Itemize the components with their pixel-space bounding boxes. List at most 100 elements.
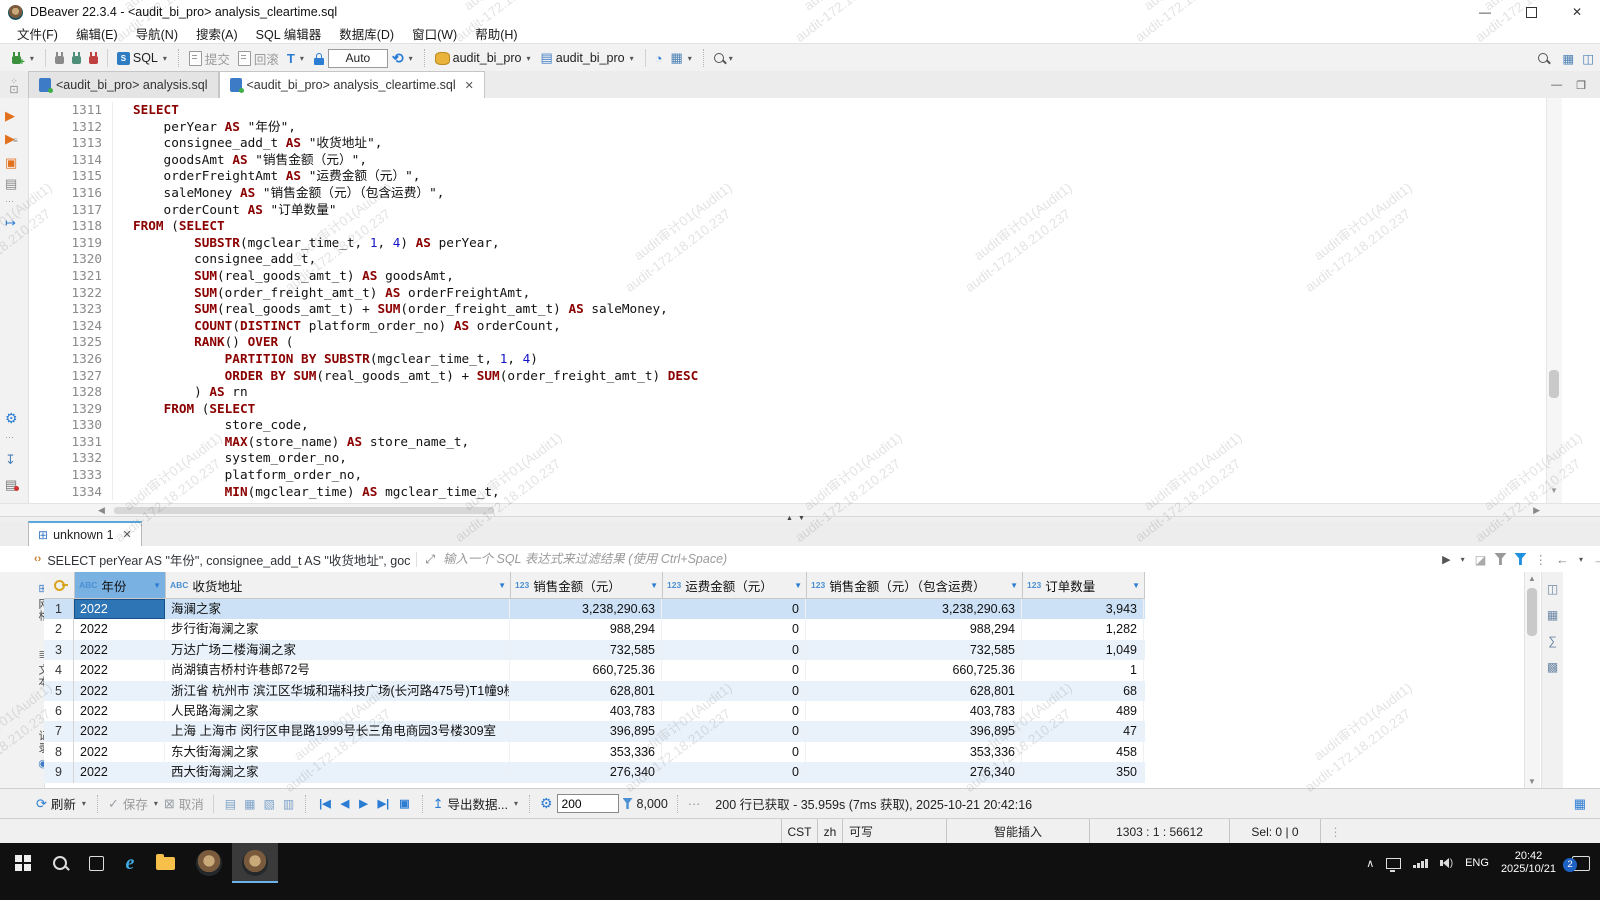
grid-corner-cell[interactable] [44,572,75,598]
grid-cell[interactable]: 3,238,290.63 [510,599,662,620]
previous-row-icon[interactable]: ◀ [338,797,352,810]
column-header[interactable]: 123 订单数量 ▼ [1023,572,1145,598]
table-row[interactable]: 1 2022 海澜之家 3,238,290.63 0 3,238,290.63 3,943 [44,599,1145,620]
table-row[interactable]: 7 2022 上海 上海市 闵行区申昆路1999号长三角电商园3号楼309室 396,… [44,721,1145,742]
start-button[interactable] [4,843,42,883]
collapse-down-icon[interactable]: ▼ [798,515,805,522]
connect-button[interactable] [51,47,68,69]
table-row[interactable]: 8 2022 东大街海澜之家 353,336 0 353,336 458 [44,741,1145,763]
menu-item[interactable]: 文件(F) [8,24,67,43]
row-number[interactable]: 9 [44,762,74,783]
grid-cell[interactable]: 2022 [74,599,165,620]
panel-icon[interactable]: ⊡ [9,85,18,96]
filter-input[interactable] [441,551,1443,567]
table-row[interactable]: 6 2022 人民路海澜之家 403,783 0 403,783 489 [44,700,1145,722]
grid-cell[interactable]: 2022 [74,700,165,722]
file-explorer-button[interactable] [145,843,186,883]
grid-cell[interactable]: 人民路海澜之家 [165,700,510,722]
focus-cell-icon[interactable]: ▣ [396,797,412,810]
menu-item[interactable]: 导航(N) [127,24,187,43]
apply-filter-icon[interactable]: ▶ [1442,553,1450,566]
grid-cell[interactable]: 628,801 [806,680,1022,701]
row-number[interactable]: 2 [44,619,74,640]
column-header[interactable]: 123 销售金额（元） ▼ [511,572,663,598]
scrollbar-thumb[interactable] [1549,370,1559,398]
grid-cell[interactable]: 396,895 [806,721,1022,742]
commit-button[interactable]: 提交 [185,47,234,69]
sort-dropdown-icon[interactable]: ▼ [1132,581,1140,590]
explain-plan-icon[interactable]: ▤ [5,176,17,192]
taskbar-clock[interactable]: 20:42 2025/10/21 [1501,850,1556,876]
more-dots-icon[interactable]: ⋯ [5,432,14,443]
menu-item[interactable]: SQL 编辑器 [247,24,331,43]
table-row[interactable]: 9 2022 西大街海澜之家 276,340 0 276,340 350 [44,762,1145,783]
result-tab[interactable]: ⊞ unknown 1 ✕ [28,521,142,546]
table-row[interactable]: 2 2022 步行街海澜之家 988,294 0 988,294 1,282 [44,619,1145,640]
grid-cell[interactable]: 732,585 [510,639,662,661]
gear-icon[interactable]: ⚙ [5,410,18,427]
last-row-icon[interactable]: ▶| [375,797,393,810]
sql-editor[interactable]: ▶ ▶≡ ▣ ▤ ⋯ ↦ ⚙ ⋯ ↧ ▤ ▤ 1311SELECT1312 pe… [0,98,1600,517]
grid-cell[interactable]: 0 [662,721,806,742]
signal-icon[interactable] [1413,858,1428,868]
grid-cell[interactable]: 0 [662,660,806,681]
sort-dropdown-icon[interactable]: ▼ [1010,581,1018,590]
column-header[interactable]: 123 销售金额（元）（包含运费） ▼ [807,572,1023,598]
aggregate-panel-icon[interactable]: ∑ [1548,634,1557,648]
scroll-right-icon[interactable]: ▶ [1533,505,1540,516]
grid-vertical-scrollbar[interactable]: ▲ ▼ [1524,572,1540,788]
menu-item[interactable]: 帮助(H) [466,24,526,43]
scroll-down-icon[interactable]: ▼ [1550,486,1558,495]
grid-cell[interactable]: 0 [662,700,806,722]
grid-cell[interactable]: 68 [1022,680,1144,701]
scrollbar-thumb[interactable] [1527,588,1537,636]
scroll-up-icon[interactable]: ▲ [1528,574,1536,583]
disconnect-button[interactable] [85,47,102,69]
row-number[interactable]: 4 [44,660,74,681]
hidden-icons-button[interactable]: ∧ [1366,857,1374,870]
grid-cell[interactable]: 0 [662,680,806,701]
maximize-button[interactable] [1508,0,1554,24]
first-row-icon[interactable]: |◀ [316,797,334,810]
remove-filter-icon[interactable] [1494,553,1507,565]
grid-cell[interactable]: 2022 [74,721,165,742]
layout-button[interactable]: ◫ [1578,47,1598,69]
grid-cell[interactable]: 396,895 [510,721,662,742]
tasks-button[interactable]: ▦ ▾ [666,47,697,69]
grid-cell[interactable]: 2022 [74,762,165,783]
grid-cell[interactable]: 2022 [74,619,165,640]
gear-icon[interactable]: ⚙ [540,795,553,812]
menu-item[interactable]: 数据库(D) [330,24,403,43]
grid-cell[interactable]: 上海 上海市 闵行区申昆路1999号长三角电商园3号楼309室 [165,721,510,742]
menu-item[interactable]: 搜索(A) [187,24,247,43]
metadata-panel-icon[interactable]: ▦ [1547,608,1558,622]
grid-cell[interactable]: 628,801 [510,680,662,701]
row-number[interactable]: 8 [44,741,74,763]
row-number[interactable]: 3 [44,639,74,661]
script-error-icon[interactable]: ▤ [5,477,19,493]
references-panel-icon[interactable]: ▩ [1547,660,1558,674]
panel-settings-icon[interactable]: ▦ [1574,796,1586,812]
column-header[interactable]: 123 运费金额（元） ▼ [663,572,807,598]
grid-cell[interactable]: 350 [1022,762,1144,783]
dashboard-button[interactable]: ◔ [651,47,667,69]
grid-cell[interactable]: 海澜之家 [165,599,510,620]
grid-cell[interactable]: 489 [1022,700,1144,722]
grid-cell[interactable]: 2022 [74,741,165,763]
table-row[interactable]: 5 2022 浙江省 杭州市 滨江区华城和瑞科技广场(长河路475号)T1幢9楼 62… [44,680,1145,701]
grid-cell[interactable]: 458 [1022,741,1144,763]
reconnect-button[interactable] [68,47,85,69]
grid-cell[interactable]: 660,725.36 [806,660,1022,681]
close-icon[interactable]: ✕ [465,79,474,92]
grid-cell[interactable]: 403,783 [510,700,662,722]
grid-cell[interactable]: 988,294 [806,619,1022,640]
forward-icon[interactable]: → [1593,552,1600,567]
edit-row-icon[interactable]: ▤ [223,797,238,811]
taskbar-search-button[interactable] [42,843,78,883]
scrollbar-thumb[interactable] [114,507,494,514]
table-row[interactable]: 3 2022 万达广场二楼海澜之家 732,585 0 732,585 1,049 [44,639,1145,661]
refresh-icon[interactable]: ⟳ [36,796,47,812]
editor-tab[interactable]: <audit_bi_pro> analysis.sql [28,71,219,98]
close-icon[interactable]: ✕ [123,528,132,541]
value-viewer-icon[interactable]: ◫ [1547,582,1558,596]
